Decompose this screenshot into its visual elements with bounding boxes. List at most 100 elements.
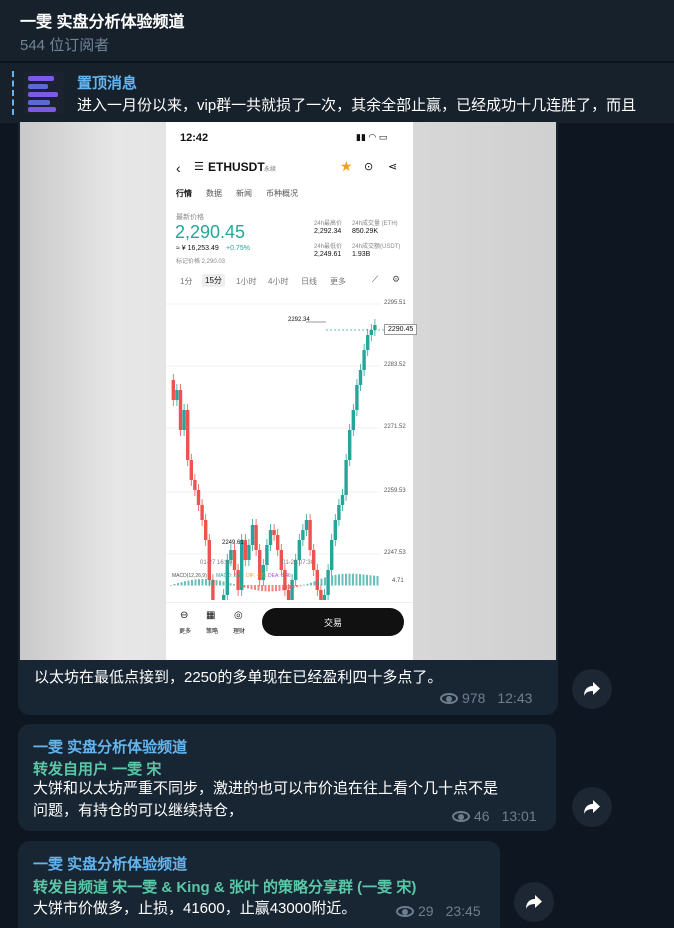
candle-body xyxy=(196,490,201,505)
macd-bar xyxy=(233,584,235,586)
view-count: 978 xyxy=(462,690,486,706)
message-time: 13:01 xyxy=(501,808,537,824)
candle-body xyxy=(286,590,291,600)
candle-body xyxy=(319,590,323,600)
macd-bar xyxy=(285,585,288,590)
candle-body xyxy=(322,595,327,600)
macd-bar xyxy=(348,573,351,586)
macd-bar xyxy=(208,579,211,586)
forward-source[interactable]: 转发自频道 宋一雯 & King & 张叶 的策略分享群 (一雯 宋) xyxy=(33,876,416,897)
message-forwarded[interactable]: 一雯 实盘分析体验频道 转发自频道 宋一雯 & King & 张叶 的策略分享群… xyxy=(18,841,500,928)
macd-bar xyxy=(173,584,176,586)
chat-header[interactable]: 一雯 实盘分析体验频道 544 位订阅者 xyxy=(0,0,674,62)
macd-bar xyxy=(222,581,225,586)
price-label: 最新价格 xyxy=(176,214,204,221)
share-arrow-icon xyxy=(584,682,600,696)
message-photo[interactable]: 12:42 ▮▮ ◠ ▭ ‹ ☰ ETHUSDT 永续 ★ ⊙ ⋖ 行情 数据 … xyxy=(18,122,558,715)
macd-label: MACD(12,26,9) xyxy=(172,573,207,579)
macd-bar xyxy=(282,585,284,591)
views-icon xyxy=(396,905,414,917)
forward-button[interactable] xyxy=(514,882,554,922)
message-forwarded[interactable]: 一雯 实盘分析体验频道 转发自用户 一雯 宋 大饼和以太坊严重不同步，激进的也可… xyxy=(18,724,556,831)
stat-label: 24h最高价 xyxy=(314,221,343,227)
y-tick: 2271.52 xyxy=(384,424,406,430)
candle-body xyxy=(200,505,204,520)
message-time: 23:45 xyxy=(445,903,481,919)
trade-button: 交易 xyxy=(262,608,404,636)
candle-body xyxy=(272,530,276,535)
candle-body xyxy=(268,530,273,545)
macd-bar xyxy=(194,579,197,586)
candle-body xyxy=(369,330,373,335)
macd-bar xyxy=(261,585,263,592)
macd-bar xyxy=(306,583,309,586)
candle-body xyxy=(229,550,233,560)
photo-screenshot[interactable]: 12:42 ▮▮ ◠ ▭ ‹ ☰ ETHUSDT 永续 ★ ⊙ ⋖ 行情 数据 … xyxy=(20,122,556,660)
y-tick: 2259.53 xyxy=(384,488,406,494)
more-icon: ⊖ xyxy=(180,610,189,621)
nav-more: 更多 xyxy=(179,629,192,635)
candle-body xyxy=(304,520,309,530)
view-count: 46 xyxy=(474,808,490,824)
macd-value: MACD: 2.55 xyxy=(216,573,244,579)
interval-1h: 1小时 xyxy=(236,277,257,286)
macd-bar xyxy=(292,585,295,589)
interval-1d: 日线 xyxy=(301,277,317,286)
tab-data: 数据 xyxy=(206,189,222,198)
candle-body xyxy=(358,370,363,385)
share-icon: ⋖ xyxy=(388,161,398,173)
stat-value: 1.93B xyxy=(352,251,371,258)
macd-bar xyxy=(324,577,326,586)
candle-body xyxy=(301,530,305,540)
macd-bar xyxy=(331,575,333,586)
macd-bar xyxy=(268,585,270,592)
macd-bar xyxy=(366,574,368,586)
macd-bar xyxy=(205,579,207,586)
candle-body xyxy=(232,550,237,570)
channel-title: 一雯 实盘分析体验频道 xyxy=(20,14,185,31)
forward-button[interactable] xyxy=(572,787,612,827)
candle-body xyxy=(297,540,301,560)
macd-bar xyxy=(303,584,305,586)
macd-bar xyxy=(177,583,179,586)
macd-bar xyxy=(359,574,361,586)
pinned-thumbnail xyxy=(24,72,64,114)
macd-bar xyxy=(355,573,358,586)
macd-bar xyxy=(317,579,319,586)
candle-body xyxy=(290,580,294,600)
macd-bar xyxy=(320,578,323,586)
macd-bar xyxy=(373,575,375,586)
status-time: 12:42 xyxy=(180,132,209,144)
candle-body xyxy=(186,410,190,460)
candle-body xyxy=(337,505,341,520)
pinned-title: 置顶消息 xyxy=(77,75,138,92)
subscriber-count: 544 位订阅者 xyxy=(20,37,110,54)
stat-label: 24h最低价 xyxy=(314,244,343,250)
macd-bar xyxy=(341,573,344,586)
message-channel[interactable]: 一雯 实盘分析体验频道 xyxy=(33,853,187,874)
nav-finance: 理财 xyxy=(233,629,246,635)
forward-source[interactable]: 转发自用户 一雯 宋 xyxy=(33,758,161,779)
last-price-tag: 2290.45 xyxy=(384,324,418,335)
interval-4h: 4小时 xyxy=(268,277,289,286)
candle-body xyxy=(276,535,280,550)
macd-bar xyxy=(191,579,193,586)
candle-body xyxy=(366,335,370,350)
interval-1m: 1分 xyxy=(180,277,193,286)
share-arrow-icon xyxy=(526,895,542,909)
forward-button[interactable] xyxy=(572,669,612,709)
candle-body xyxy=(243,540,247,560)
macd-bar xyxy=(362,574,365,586)
macd-bar xyxy=(289,585,291,589)
y-tick: 2283.52 xyxy=(384,362,406,368)
price-change: +0.75% xyxy=(226,245,250,252)
candle-body xyxy=(340,495,345,505)
message-channel[interactable]: 一雯 实盘分析体验频道 xyxy=(33,736,187,757)
view-count: 29 xyxy=(418,903,434,919)
strategy-icon: ▦ xyxy=(206,610,216,621)
status-icons: ▮▮ ◠ ▭ xyxy=(356,132,388,142)
star-icon: ★ xyxy=(340,158,353,174)
stat-value: 850.29K xyxy=(352,228,379,235)
macd-bar xyxy=(170,585,172,586)
macd-bar xyxy=(240,585,242,587)
